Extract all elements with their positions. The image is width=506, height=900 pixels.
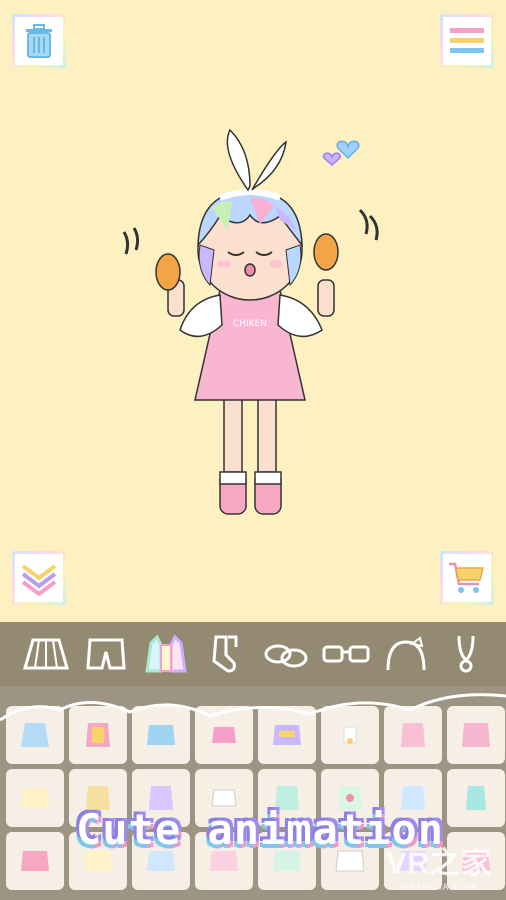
character-avatar: CHIKEN	[122, 128, 379, 515]
socks-icon	[212, 635, 238, 673]
trash-icon	[26, 24, 52, 58]
watermark-logo: VR之家 VRZHIJIA.COM	[386, 838, 492, 892]
chevron-down-icon	[21, 564, 57, 596]
category-skirt[interactable]	[20, 629, 72, 679]
category-glasses[interactable]	[320, 629, 372, 679]
necklace-icon	[457, 635, 475, 673]
category-shorts[interactable]	[80, 629, 132, 679]
heart-icon	[322, 152, 341, 166]
watermark-url: VRZHIJIA.COM	[401, 882, 477, 892]
menu-icon	[450, 28, 484, 53]
top-icon	[145, 634, 187, 673]
dressup-stage: CHIKEN	[0, 0, 506, 622]
headband-icon	[386, 636, 426, 671]
collapse-button[interactable]	[12, 551, 66, 605]
shorts-icon	[86, 638, 126, 670]
svg-text:CHIKEN: CHIKEN	[233, 319, 267, 329]
panel-cloud-edge	[0, 693, 506, 722]
category-shoes[interactable]	[260, 629, 312, 679]
category-accessory[interactable]	[440, 629, 492, 679]
cart-icon	[449, 562, 484, 593]
glasses-icon	[322, 645, 370, 663]
skirt-icon	[23, 638, 69, 670]
category-socks[interactable]	[200, 629, 252, 679]
shoes-icon	[264, 644, 308, 668]
category-headband[interactable]	[380, 629, 432, 679]
category-top-selected[interactable]	[140, 629, 192, 679]
menu-button[interactable]	[440, 14, 494, 68]
category-bar	[0, 622, 506, 686]
watermark-title: VR之家	[386, 847, 492, 880]
trash-button[interactable]	[12, 14, 66, 68]
shop-button[interactable]	[440, 551, 494, 605]
